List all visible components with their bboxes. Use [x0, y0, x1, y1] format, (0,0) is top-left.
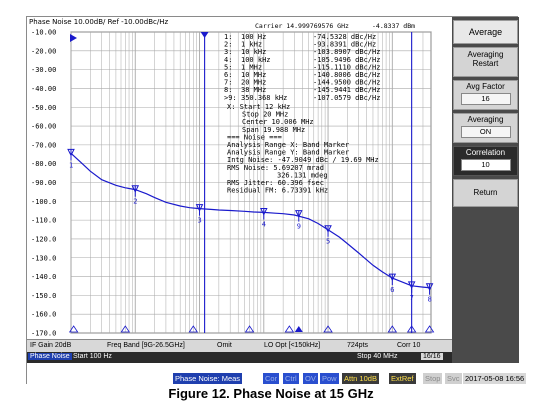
averaging-toggle-button[interactable]: Averaging ON — [453, 113, 518, 143]
softkey-menu-title: Average — [453, 20, 518, 44]
y-tick-label: -70.00 — [31, 141, 56, 149]
ctrl-indicator: Ctrl — [283, 373, 299, 384]
marker-label: 3 — [198, 217, 202, 225]
average-count: 16/16 — [421, 353, 443, 360]
y-tick-label: -30.00 — [31, 66, 56, 74]
phase-noise-chart: -10.00 -20.00 -30.00 -40.00 -50.00 -60.00 -70.… — [31, 22, 435, 338]
pow-indicator: Pow — [320, 373, 339, 384]
y-tick-label: -110.0 — [31, 217, 56, 225]
y-tick-label: -20.00 — [31, 47, 56, 55]
y-tick-label: -40.00 — [31, 85, 56, 93]
y-tick-label: -50.00 — [31, 104, 56, 112]
marker-label: 1 — [69, 161, 73, 169]
marker-label: 5 — [326, 238, 330, 246]
averaging-label: Averaging — [467, 115, 504, 124]
y-tick-label: -150.0 — [31, 292, 56, 300]
freq-band-status[interactable]: Freq Band [9G-26.5GHz] — [107, 342, 185, 349]
sweep-bar: Phase Noise Start 100 Hz Stop 40 MHz 16/… — [27, 352, 452, 363]
y-tick-label: -130.0 — [31, 254, 56, 262]
marker-table-value: -107.0579 dBc/Hz — [313, 94, 380, 102]
averaging-value: ON — [460, 126, 511, 138]
marker-table-id: >9: — [224, 94, 237, 102]
averaging-restart-label: Averaging Restart — [467, 50, 504, 68]
header-title: Phase Noise 10.00dB/ Ref -10.00dBc/Hz — [29, 18, 169, 26]
figure-caption: Figure 12. Phase Noise at 15 GHz — [168, 386, 374, 401]
marker-label: 9 — [297, 223, 301, 231]
corr-status: Corr 10 — [397, 342, 421, 349]
marker-table-offset: 350.368 kHz — [241, 94, 287, 102]
avg-factor-value: 16 — [460, 93, 511, 105]
start-frequency[interactable]: Start 100 Hz — [73, 353, 112, 360]
y-tick-label: -10.00 — [31, 29, 56, 37]
datetime: 2017-05-08 16:56 — [463, 373, 527, 384]
chart-header: Phase Noise 10.00dB/ Ref -10.00dBc/Hz — [29, 18, 168, 26]
mode-badge: Phase Noise — [28, 353, 72, 360]
omit-status[interactable]: Omit — [217, 342, 232, 349]
plot-area: -10.00 -20.00 -30.00 -40.00 -50.00 -60.00 -70.… — [27, 17, 452, 339]
correlation-button[interactable]: Correlation 10 — [453, 146, 518, 176]
correlation-label: Correlation — [465, 148, 506, 157]
marker-label: 2 — [133, 198, 137, 206]
avg-factor-label: Avg Factor — [466, 82, 505, 91]
meas-status: Phase Noise: Meas — [173, 373, 243, 384]
marker-label: 7 — [410, 294, 414, 302]
return-label: Return — [473, 188, 498, 197]
stop-frequency[interactable]: Stop 40 MHz — [357, 353, 397, 360]
marker-label: 4 — [262, 221, 266, 229]
averaging-restart-button[interactable]: Averaging Restart — [453, 47, 518, 77]
y-tick-label: -60.00 — [31, 123, 56, 131]
svc-indicator: Svc — [445, 373, 462, 384]
y-tick-label: -170.0 — [31, 330, 56, 338]
y-tick-label: -90.00 — [31, 179, 56, 187]
correlation-value: 10 — [460, 159, 511, 171]
y-tick-label: -160.0 — [31, 311, 56, 319]
y-tick-label: -140.0 — [31, 273, 56, 281]
settings-bar: IF Gain 20dB Freq Band [9G-26.5GHz] Omit… — [27, 339, 452, 352]
points-status: 724pts — [347, 342, 369, 349]
attn-indicator: Attn 10dB — [342, 373, 379, 384]
carrier-power: -4.8337 dBm — [372, 22, 415, 30]
avg-factor-button[interactable]: Avg Factor 16 — [453, 80, 518, 110]
extref-indicator: ExtRef — [389, 373, 416, 384]
return-button[interactable]: Return — [453, 179, 518, 207]
ov-indicator: OV — [303, 373, 318, 384]
lo-opt-status[interactable]: LO Opt [<150kHz] — [264, 342, 320, 349]
softkey-panel: Average Averaging Restart Avg Factor 16 A… — [452, 17, 519, 385]
carrier-frequency: Carrier 14.999769576 GHz — [255, 22, 349, 30]
softkey-title-label: Average — [468, 27, 503, 37]
marker-label: 6 — [390, 286, 394, 294]
y-tick-label: -100.0 — [31, 198, 56, 206]
analysis-line: Residual FM: 6.73391 kHz — [227, 187, 328, 195]
y-tick-label: -80.00 — [31, 160, 56, 168]
marker-label: 8 — [428, 296, 432, 304]
if-gain-status[interactable]: IF Gain 20dB — [30, 342, 71, 349]
stop-indicator: Stop — [423, 373, 443, 384]
cor-indicator: Cor — [263, 373, 280, 384]
y-tick-label: -120.0 — [31, 235, 56, 243]
analyzer-screen: -10.00 -20.00 -30.00 -40.00 -50.00 -60.00 -70.… — [26, 16, 527, 385]
instrument-status-bar: Phase Noise: Meas Cor Ctrl OV Pow Attn 1… — [27, 363, 527, 385]
